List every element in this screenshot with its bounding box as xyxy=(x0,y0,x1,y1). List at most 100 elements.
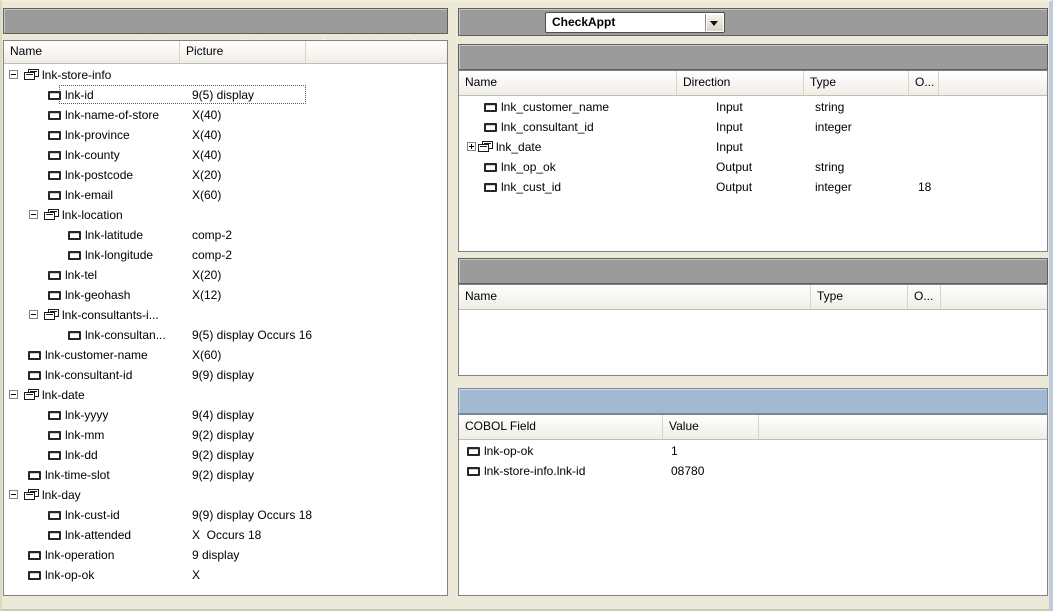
tree-row[interactable]: lnk-longitude comp-2 xyxy=(4,245,447,265)
column-header-filler xyxy=(759,415,1047,439)
cobol-entry-point-title-bar: COBOL Entry Point [ SCHEDULE ] of Progra… xyxy=(3,8,448,34)
picture-value: X xyxy=(192,565,200,585)
group-icon xyxy=(24,489,40,502)
picture-value: X Occurs 18 xyxy=(192,525,261,545)
tree-row[interactable]: lnk-geohashX(12) xyxy=(4,285,447,305)
tree-item-label: lnk-operation xyxy=(45,545,114,565)
field-icon xyxy=(48,151,61,160)
column-header-picture[interactable]: Picture xyxy=(180,41,306,63)
table-row[interactable]: lnk_consultant_idInputinteger xyxy=(459,117,1047,137)
tree-row[interactable]: lnk-name-of-storeX(40) xyxy=(4,105,447,125)
tree-row[interactable]: lnk-consultan...9(5) display Occurs 16 xyxy=(4,325,447,345)
expander-minus-icon[interactable] xyxy=(9,70,18,79)
tree-row[interactable]: lnk-dd9(2) display xyxy=(4,445,447,465)
tree-row[interactable]: lnk-location xyxy=(4,205,447,225)
column-header-name[interactable]: Name xyxy=(4,41,180,63)
tree-row[interactable]: lnk-latitudecomp-2 xyxy=(4,225,447,245)
tree-item-label: lnk-consultant-id xyxy=(45,365,132,385)
tree-row[interactable]: lnk-customer-nameX(60) xyxy=(4,345,447,365)
picture-value: 9(4) display xyxy=(192,405,254,425)
column-header-type[interactable]: Type xyxy=(811,285,908,309)
tree-row[interactable]: lnk-cust-id9(9) display Occurs 18 xyxy=(4,505,447,525)
column-header-value[interactable]: Value xyxy=(663,415,759,439)
tree-row[interactable]: lnk-consultants-i... xyxy=(4,305,447,325)
tree-item-label: lnk-name-of-store xyxy=(65,105,159,125)
tree-column-header: NamePicture xyxy=(4,41,447,64)
cobol-assignments-rows: lnk-op-ok1lnk-store-info.lnk-id08780 xyxy=(459,441,1047,481)
cobol-assignments-table: COBOL FieldValue lnk-op-ok1lnk-store-inf… xyxy=(458,414,1048,596)
tree-row[interactable]: lnk-telX(20) xyxy=(4,265,447,285)
picture-value: 9(5) display xyxy=(192,85,254,105)
tree-item-label: lnk-consultants-i... xyxy=(62,305,159,325)
tree-row[interactable]: lnk-yyyy9(4) display xyxy=(4,405,447,425)
picture-value: comp-2 xyxy=(192,225,232,245)
reusable-fields-header: Reusable Fields xyxy=(458,258,1048,284)
tree-row[interactable]: lnk-date xyxy=(4,385,447,405)
table-row[interactable]: lnk_op_okOutputstring xyxy=(459,157,1047,177)
column-header-o-[interactable]: O... xyxy=(908,285,941,309)
tree-row[interactable]: lnk-operation9 display xyxy=(4,545,447,565)
tree-row[interactable]: lnk-consultant-id 9(9) display xyxy=(4,365,447,385)
column-header-cobol-field[interactable]: COBOL Field xyxy=(459,415,663,439)
picture-value: X(12) xyxy=(192,285,221,305)
expander-minus-icon[interactable] xyxy=(9,390,18,399)
table-row[interactable]: lnk-op-ok1 xyxy=(459,441,1047,461)
expander-minus-icon[interactable] xyxy=(29,210,38,219)
focus-rectangle xyxy=(59,85,306,104)
field-name: lnk_cust_id xyxy=(501,177,561,197)
tree-row[interactable]: lnk-emailX(60) xyxy=(4,185,447,205)
tree-item-label: lnk-postcode xyxy=(65,165,133,185)
tree-row[interactable]: lnk-provinceX(40) xyxy=(4,125,447,145)
app-window: COBOL Entry Point [ SCHEDULE ] of Progra… xyxy=(0,0,1053,611)
group-icon xyxy=(478,141,494,154)
field-icon xyxy=(48,91,61,100)
occurs-value: 18 xyxy=(918,177,931,197)
assignment-value: 08780 xyxy=(671,461,704,481)
tree-row[interactable]: lnk-op-okX xyxy=(4,565,447,585)
field-icon xyxy=(48,511,61,520)
group-icon xyxy=(44,309,60,322)
picture-value: X(60) xyxy=(192,345,221,365)
operation-selected-value: CheckAppt xyxy=(552,13,615,32)
combo-dropdown-button[interactable] xyxy=(705,14,723,31)
tree-row[interactable]: lnk-mm9(2) display xyxy=(4,425,447,445)
group-icon xyxy=(24,69,40,82)
tree-item-label: lnk-longitude xyxy=(85,245,153,265)
tree-row[interactable]: lnk-store-info xyxy=(4,65,447,85)
tree-row[interactable]: lnk-countyX(40) xyxy=(4,145,447,165)
picture-value: comp-2 xyxy=(192,245,232,265)
picture-value: 9(9) display xyxy=(192,365,254,385)
chevron-down-icon xyxy=(710,21,718,26)
tree-row[interactable]: lnk-id9(5) display xyxy=(4,85,447,105)
column-header-name[interactable]: Name xyxy=(459,285,811,309)
tree-item-label: lnk-date xyxy=(42,385,85,405)
tree-row[interactable]: lnk-time-slot9(2) display xyxy=(4,465,447,485)
operation-select[interactable]: CheckAppt xyxy=(545,12,725,33)
column-header-type[interactable]: Type xyxy=(804,71,909,95)
picture-value: X(60) xyxy=(192,185,221,205)
table-row[interactable]: lnk_dateInput xyxy=(459,137,1047,157)
column-header-direction[interactable]: Direction xyxy=(677,71,804,95)
tree-row[interactable]: lnk-postcodeX(20) xyxy=(4,165,447,185)
direction-value: Input xyxy=(716,117,743,137)
expander-minus-icon[interactable] xyxy=(9,490,18,499)
field-name: lnk_customer_name xyxy=(501,97,609,117)
tree-item-label: lnk-location xyxy=(62,205,123,225)
expander-plus-icon[interactable] xyxy=(467,142,476,151)
interface-fields-column-header: NameDirectionTypeO... xyxy=(459,71,1047,96)
table-row[interactable]: lnk_cust_idOutputinteger18 xyxy=(459,177,1047,197)
assignment-value: 1 xyxy=(671,441,678,461)
field-icon xyxy=(28,551,41,560)
column-header-o-[interactable]: O... xyxy=(909,71,939,95)
field-icon xyxy=(28,371,41,380)
field-icon xyxy=(48,131,61,140)
field-icon xyxy=(484,163,497,172)
table-row[interactable]: lnk_customer_nameInputstring xyxy=(459,97,1047,117)
column-header-name[interactable]: Name xyxy=(459,71,677,95)
table-row[interactable]: lnk-store-info.lnk-id08780 xyxy=(459,461,1047,481)
tree-row[interactable]: lnk-attendedX Occurs 18 xyxy=(4,525,447,545)
expander-minus-icon[interactable] xyxy=(29,310,38,319)
cobol-entry-point-panel: COBOL Entry Point [ SCHEDULE ] of Progra… xyxy=(3,6,448,598)
picture-value: X(20) xyxy=(192,265,221,285)
tree-row[interactable]: lnk-day xyxy=(4,485,447,505)
